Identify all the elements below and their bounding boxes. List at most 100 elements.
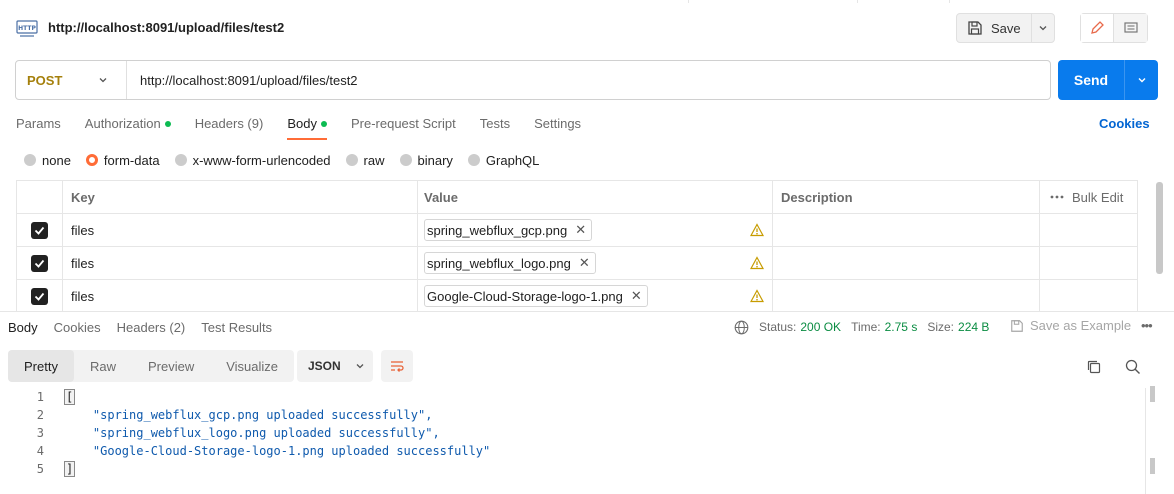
tab-response-headers[interactable]: Headers (2): [117, 320, 186, 335]
tab-settings[interactable]: Settings: [534, 116, 581, 140]
table-header-cell: [17, 181, 63, 213]
url-bar: POST http://localhost:8091/upload/files/…: [15, 60, 1051, 100]
line-number: 3: [36, 426, 44, 440]
status-value[interactable]: 200 OK: [800, 320, 841, 334]
save-as-example-button[interactable]: Save as Example: [1010, 318, 1131, 333]
checkmark-icon: [34, 259, 45, 268]
globe-icon[interactable]: [734, 320, 749, 335]
key-cell[interactable]: files: [63, 280, 418, 311]
warning-icon[interactable]: [750, 256, 764, 270]
pane-divider[interactable]: [0, 311, 1174, 312]
matched-bracket: [: [64, 389, 76, 405]
file-chip: spring_webflux_logo.png ✕: [424, 252, 596, 274]
row-checkbox[interactable]: [31, 221, 48, 239]
table-row: files spring_webflux_gcp.png ✕: [17, 214, 1137, 247]
copy-icon[interactable]: [1085, 358, 1103, 376]
tab-label: Pre-request Script: [350, 116, 456, 131]
send-button-group: Send: [1058, 60, 1158, 100]
value-cell[interactable]: spring_webflux_gcp.png ✕: [418, 214, 773, 246]
documentation-button[interactable]: [1114, 14, 1147, 42]
url-input[interactable]: http://localhost:8091/upload/files/test2: [127, 73, 358, 88]
code-text: ]: [64, 461, 76, 477]
more-options-icon[interactable]: [1050, 195, 1064, 199]
view-pretty[interactable]: Pretty: [8, 350, 74, 382]
tab-pre-request-script[interactable]: Pre-request Script: [351, 116, 456, 140]
code-line: 4 "Google-Cloud-Storage-logo-1.png uploa…: [0, 442, 1140, 460]
value-cell[interactable]: Google-Cloud-Storage-logo-1.png ✕: [418, 280, 773, 311]
code-line: 5 ]: [0, 460, 1140, 478]
row-checkbox[interactable]: [31, 254, 48, 272]
radio-form-data[interactable]: form-data: [85, 153, 160, 168]
tab-headers[interactable]: Headers (9): [195, 116, 264, 140]
tab-response-body[interactable]: Body: [8, 320, 38, 335]
method-select[interactable]: POST: [16, 61, 127, 99]
size-value[interactable]: 224 B: [958, 320, 989, 334]
format-select[interactable]: JSON: [297, 350, 373, 382]
warning-icon[interactable]: [750, 289, 764, 303]
radio-x-www-form-urlencoded[interactable]: x-www-form-urlencoded: [174, 153, 331, 168]
remove-file-icon[interactable]: ✕: [579, 255, 590, 271]
comment-icon: [1123, 22, 1138, 33]
time-value[interactable]: 2.75 s: [885, 320, 918, 334]
tab-params[interactable]: Params: [16, 116, 61, 140]
value-cell[interactable]: spring_webflux_logo.png ✕: [418, 247, 773, 279]
code-text: "spring_webflux_gcp.png uploaded success…: [64, 408, 433, 422]
radio-circle: [345, 154, 358, 166]
request-title[interactable]: http://localhost:8091/upload/files/test2: [48, 20, 284, 35]
cookies-link[interactable]: Cookies: [1099, 116, 1150, 131]
response-scrollbar-bottom[interactable]: [1150, 458, 1155, 474]
radio-none[interactable]: none: [24, 153, 71, 168]
radio-binary[interactable]: binary: [399, 153, 453, 168]
description-cell[interactable]: [773, 214, 1040, 246]
tab-test-results[interactable]: Test Results: [201, 320, 272, 335]
code-line: 2 "spring_webflux_gcp.png uploaded succe…: [0, 406, 1140, 424]
response-meta: Status: 200 OK Time: 2.75 s Size: 224 B: [734, 319, 989, 335]
radio-circle: [24, 154, 36, 166]
key-column-header: Key: [63, 181, 418, 213]
search-icon[interactable]: [1124, 358, 1142, 376]
edit-button[interactable]: [1081, 14, 1114, 42]
more-options-icon[interactable]: •••: [1141, 318, 1153, 333]
checkmark-icon: [34, 292, 45, 301]
send-options-button[interactable]: [1125, 60, 1158, 100]
view-preview[interactable]: Preview: [132, 350, 210, 382]
chevron-down-icon: [1039, 26, 1047, 31]
tab-label: Tests: [479, 116, 511, 131]
warning-icon[interactable]: [750, 223, 764, 237]
description-cell[interactable]: [773, 247, 1040, 279]
key-cell[interactable]: files: [63, 214, 418, 246]
row-checkbox-cell: [17, 247, 63, 279]
response-scrollbar-top[interactable]: [1150, 386, 1155, 402]
line-number: 5: [36, 462, 44, 476]
time-label: Time:: [851, 320, 881, 334]
response-body-editor[interactable]: 1 [ 2 "spring_webflux_gcp.png uploaded s…: [0, 388, 1150, 478]
view-visualize[interactable]: Visualize: [210, 350, 294, 382]
method-label: POST: [27, 72, 63, 88]
row-checkbox[interactable]: [31, 287, 48, 305]
remove-file-icon[interactable]: ✕: [575, 222, 586, 238]
send-button[interactable]: Send: [1058, 60, 1125, 100]
bulk-edit-button[interactable]: Bulk Edit: [1072, 190, 1123, 205]
request-scrollbar[interactable]: [1156, 182, 1163, 274]
tab-body[interactable]: Body: [287, 116, 327, 140]
view-raw[interactable]: Raw: [74, 350, 132, 382]
request-header: HTTP http://localhost:8091/upload/files/…: [0, 0, 1174, 56]
file-name: spring_webflux_gcp.png: [427, 222, 568, 238]
radio-graphql[interactable]: GraphQL: [467, 153, 539, 168]
remove-file-icon[interactable]: ✕: [631, 288, 642, 304]
tab-response-cookies[interactable]: Cookies: [54, 320, 101, 335]
file-chip: Google-Cloud-Storage-logo-1.png ✕: [424, 285, 648, 307]
code-text: [: [64, 389, 76, 405]
radio-raw[interactable]: raw: [345, 153, 385, 168]
tab-tests[interactable]: Tests: [480, 116, 510, 140]
tab-label: Settings: [534, 116, 582, 131]
code-line: 3 "spring_webflux_logo.png uploaded succ…: [0, 424, 1140, 442]
key-cell[interactable]: files: [63, 247, 418, 279]
matched-bracket: ]: [64, 461, 76, 477]
save-options-button[interactable]: [1032, 14, 1054, 42]
tab-authorization[interactable]: Authorization: [85, 116, 171, 140]
description-cell[interactable]: [773, 280, 1040, 311]
response-tabs: Body Cookies Headers (2) Test Results: [8, 320, 288, 335]
save-button[interactable]: Save: [957, 14, 1032, 42]
wrap-lines-button[interactable]: [381, 350, 413, 382]
